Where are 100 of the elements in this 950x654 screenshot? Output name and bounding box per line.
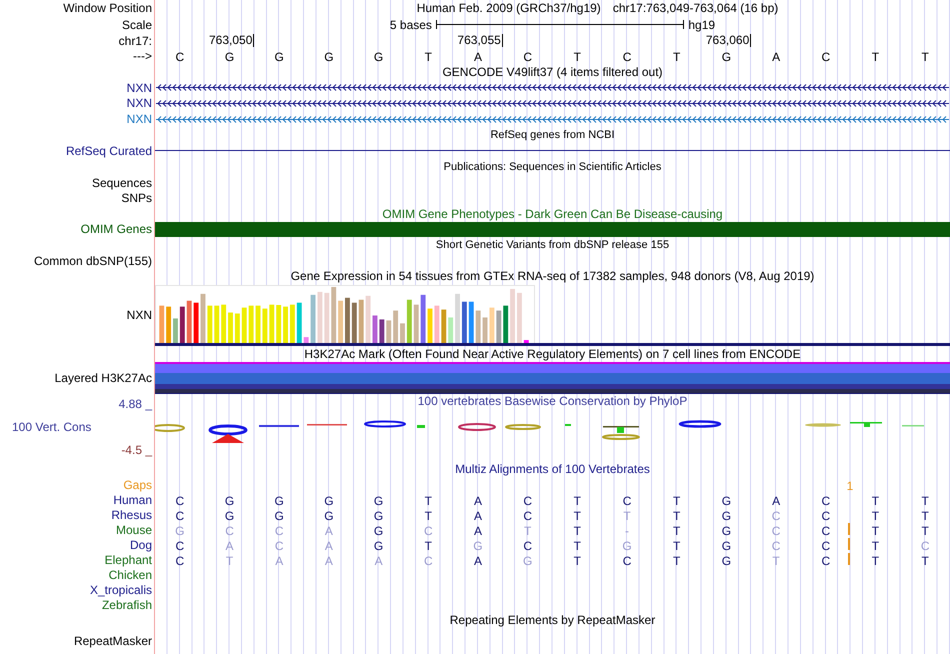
alignment-base: G [372, 493, 384, 510]
alignment-base: A [324, 523, 334, 540]
alignment-base: C [422, 553, 434, 570]
alignment-base: T [870, 493, 880, 510]
base-letter: T [572, 49, 582, 66]
alignment-base: C [820, 553, 832, 570]
alignment-base: T [920, 508, 930, 526]
track-label: Sequences [92, 174, 152, 192]
track-title: RefSeq genes from NCBI [490, 128, 615, 143]
alignment-base: C [174, 538, 186, 556]
position-tick: 763,055 [403, 34, 503, 47]
alignment-base: T [572, 493, 582, 510]
track-label: Human [113, 492, 152, 509]
track-label: X_tropicalis [90, 582, 152, 599]
alignment-base: A [274, 553, 284, 570]
alignment-base: G [720, 523, 732, 540]
axis-max-label: 4.88 _ [118, 396, 152, 414]
track-title: OMIM Gene Phenotypes - Dark Green Can Be Disease-causing [382, 206, 723, 223]
base-letter: G [274, 49, 285, 66]
track-title: H3K27Ac Mark (Often Found Near Active Regulatory Elements) on 7 cell lines from ENCODE [304, 346, 801, 364]
alignment-base: A [472, 553, 483, 570]
base-letter: T [424, 49, 433, 66]
browser-title: chr17:763,049-763,064 (16 bp) [612, 0, 778, 17]
base-letter: A [771, 49, 782, 66]
track-label: OMIM Genes [80, 221, 152, 238]
track-label: ---> [133, 48, 152, 65]
track-label: Gaps [123, 476, 152, 494]
alignment-base: G [274, 508, 285, 526]
scale-text: 5 bases [390, 16, 432, 34]
alignment-base: T [920, 493, 930, 510]
track-label: chr17: [118, 32, 152, 50]
base-letter: C [820, 49, 832, 66]
alignment-base: A [324, 538, 334, 556]
track-label: Rhesus [111, 506, 152, 524]
track-label: NXN [126, 95, 152, 112]
alignment-base: T [771, 553, 781, 570]
base-letter: G [720, 49, 732, 66]
alignment-base: C [522, 538, 533, 556]
alignment-base: C [820, 493, 832, 510]
alignment-base: T [522, 523, 532, 540]
alignment-base: A [472, 493, 483, 510]
base-letter: C [174, 49, 186, 66]
alignment-base: T [424, 538, 433, 556]
base-letter: C [622, 49, 632, 66]
track-label: NXN [126, 111, 152, 128]
alignment-base: G [323, 493, 335, 510]
alignment-base: A [472, 508, 483, 526]
track-label: RepeatMasker [74, 633, 152, 650]
alignment-base: G [224, 508, 236, 526]
base-letter: T [870, 49, 880, 66]
alignment-base: C [770, 523, 782, 540]
base-letter: G [372, 49, 384, 66]
alignment-base: C [522, 493, 533, 510]
base-letter: C [522, 49, 533, 66]
alignment-base: G [720, 493, 732, 510]
alignment-base: C [920, 538, 930, 556]
alignment-base: T [672, 523, 682, 540]
position-tick: 763,060 [652, 34, 752, 47]
alignment-base: T [424, 508, 433, 526]
track-label: Scale [122, 16, 152, 34]
track-title: Multiz Alignments of 100 Vertebrates [455, 461, 650, 478]
alignment-base: T [920, 523, 930, 540]
base-letter: T [672, 49, 682, 66]
alignment-base: G [274, 493, 285, 510]
alignment-base: C [224, 523, 235, 540]
alignment-base: G [323, 508, 335, 526]
alignment-base: C [820, 523, 832, 540]
alignment-base: T [622, 508, 632, 526]
alignment-base: A [771, 493, 782, 510]
alignment-base: C [174, 493, 186, 510]
alignment-base: C [622, 553, 632, 570]
track-label: Common dbSNP(155) [34, 252, 152, 270]
track-title: Short Genetic Variants from dbSNP release 155 [436, 238, 670, 253]
alignment-base: - [624, 523, 630, 540]
track-title: GENCODE V49lift37 (4 items filtered out) [442, 64, 663, 81]
track-title: Gene Expression in 54 tissues from GTEx RNA-seq of 17382 samples, 948 donors (V8, Aug 2019) [290, 268, 814, 286]
alignment-base: C [770, 508, 782, 526]
gap-count: 1 [846, 478, 854, 496]
track-label: Chicken [108, 566, 152, 584]
alignment-base: T [672, 508, 682, 526]
track-label: RefSeq Curated [66, 142, 152, 160]
alignment-base: C [274, 538, 285, 556]
alignment-base: G [372, 538, 384, 556]
track-label: Zebrafish [102, 596, 152, 614]
track-label: Layered H3K27Ac [54, 370, 152, 387]
alignment-base: A [374, 553, 384, 570]
alignment-base: C [174, 553, 186, 570]
alignment-base: G [720, 508, 732, 526]
axis-min-label: -4.5 _ [120, 442, 152, 460]
alignment-base: T [672, 493, 682, 510]
alignment-base: G [720, 538, 732, 556]
alignment-base: T [672, 553, 682, 570]
alignment-base: T [572, 508, 582, 526]
track-label: Mouse [116, 522, 152, 539]
alignment-base: T [572, 523, 582, 540]
base-letter: G [224, 49, 236, 66]
alignment-base: T [920, 553, 930, 570]
alignment-base: C [622, 493, 632, 510]
alignment-base: G [720, 553, 732, 570]
alignment-base: C [422, 523, 434, 540]
